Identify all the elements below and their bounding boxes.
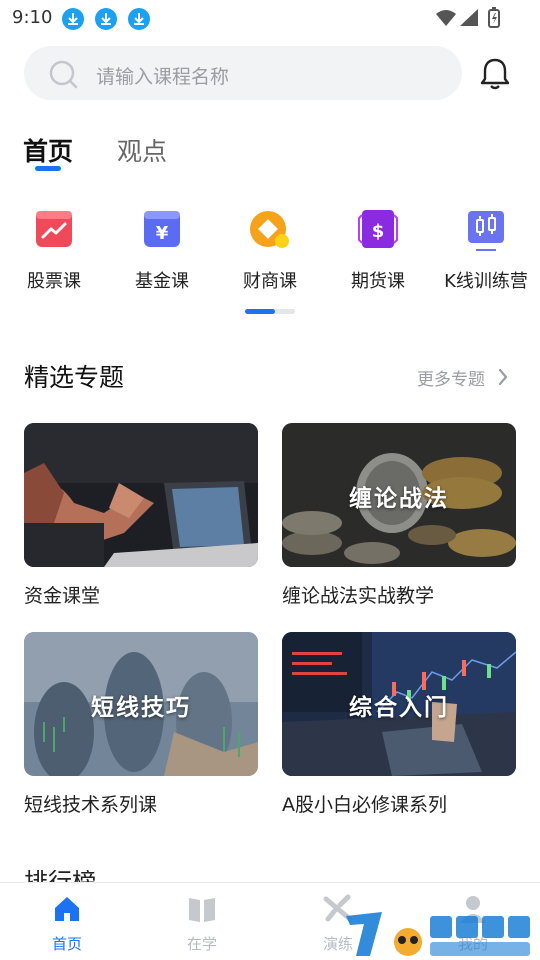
nav-label: 在学 [186, 935, 217, 953]
search-placeholder: 请输入课程名称 [96, 66, 230, 88]
svg-text:¥: ¥ [156, 223, 169, 244]
download-icon [95, 8, 117, 30]
status-time: 9:10 [12, 7, 53, 28]
category-label: 基金课 [135, 271, 189, 292]
home-icon [55, 897, 79, 921]
category-pager [245, 309, 295, 314]
topic-overlay-text: 缠论战法 [349, 486, 449, 512]
topic-caption: 资金课堂 [24, 585, 101, 607]
category-futures[interactable]: $ 期货课 [324, 205, 432, 300]
topic-caption: A股小白必修课系列 [282, 794, 447, 816]
category-stock[interactable]: 股票课 [0, 205, 108, 300]
nav-label: 首页 [51, 935, 82, 953]
book-icon [189, 898, 215, 922]
topic-caption: 短线技术系列课 [24, 794, 158, 816]
topic-card[interactable]: 综合入门 A股小白必修课系列 [282, 632, 516, 822]
search-icon [49, 60, 78, 89]
pager-thumb [245, 309, 275, 314]
fund-yen-icon: ¥ [144, 211, 180, 247]
status-bar: 9:10 [0, 0, 540, 36]
stock-chart-icon [36, 211, 72, 247]
nav-learning[interactable]: 在学 [152, 883, 252, 960]
category-label: K线训练营 [444, 271, 528, 292]
svg-text:$: $ [372, 221, 385, 242]
download-icon [128, 8, 150, 30]
nav-home[interactable]: 首页 [17, 883, 117, 960]
more-topics-link[interactable]: 更多专题 [417, 365, 485, 390]
topic-card[interactable]: 短线技巧 短线技术系列课 [24, 632, 258, 822]
category-fund[interactable]: ¥ 基金课 [108, 205, 216, 300]
watermark-logo [346, 912, 530, 956]
search-row: 请输入课程名称 [0, 44, 540, 104]
download-icon [62, 8, 84, 30]
featured-title: 精选专题 [24, 363, 125, 392]
category-kline[interactable]: K线训练营 [432, 205, 540, 300]
search-input[interactable]: 请输入课程名称 [24, 46, 462, 100]
topic-overlay-text: 综合入门 [349, 695, 449, 721]
bell-icon[interactable] [478, 56, 512, 92]
tab-indicator [35, 166, 61, 171]
futures-dollar-icon: $ [358, 210, 398, 248]
topic-caption: 缠论战法实战教学 [282, 585, 435, 607]
category-label: 财商课 [243, 271, 297, 292]
chevron-right-icon[interactable] [497, 368, 509, 386]
topic-card[interactable]: 资金课堂 [24, 423, 258, 613]
category-finance[interactable]: 财商课 [216, 205, 324, 300]
topic-card[interactable]: 缠论战法 缠论战法实战教学 [282, 423, 516, 613]
category-row: 股票课 ¥ 基金课 财商课 $ 期货课 K线训练营 [0, 205, 540, 305]
finance-coin-icon [250, 211, 289, 248]
signal-battery-icon [436, 7, 500, 28]
topic-image [24, 423, 258, 567]
topic-overlay-text: 短线技巧 [91, 695, 191, 721]
category-label: 期货课 [351, 271, 405, 292]
candlestick-icon [468, 211, 504, 251]
tab-home[interactable]: 首页 [23, 132, 73, 168]
top-tabs: 首页 观点 [0, 128, 540, 178]
category-label: 股票课 [27, 271, 81, 292]
tab-viewpoint[interactable]: 观点 [117, 132, 167, 168]
